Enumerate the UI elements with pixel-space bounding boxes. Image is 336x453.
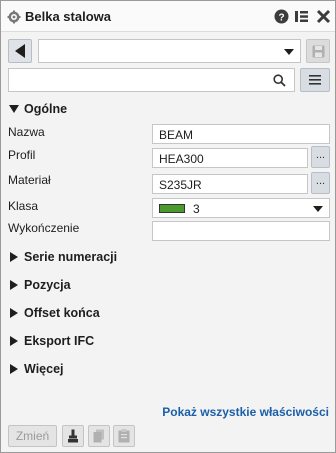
section-numbering[interactable]: Serie numeracji xyxy=(9,249,117,265)
search-input[interactable] xyxy=(8,68,295,92)
show-all-properties-link[interactable]: Pokaż wszystkie właściwości xyxy=(162,405,329,419)
section-numbering-label: Serie numeracji xyxy=(24,250,118,264)
paste-button[interactable] xyxy=(113,425,135,447)
class-select[interactable]: 3 xyxy=(152,198,330,218)
section-ifc-export[interactable]: Eksport IFC xyxy=(9,333,94,349)
section-end-offset[interactable]: Offset końca xyxy=(9,305,100,321)
section-more-label: Więcej xyxy=(24,362,64,376)
chevron-right-icon xyxy=(10,336,18,346)
profile-label: Profil xyxy=(8,148,36,162)
pick-button[interactable] xyxy=(62,425,84,447)
material-browse-button[interactable]: ... xyxy=(311,172,330,194)
chevron-right-icon xyxy=(10,252,18,262)
gear-icon xyxy=(7,10,21,24)
copy-button[interactable] xyxy=(88,425,110,447)
class-color-swatch xyxy=(159,204,185,213)
paste-icon xyxy=(118,429,130,443)
toolbar xyxy=(1,33,335,95)
material-field[interactable]: S235JR xyxy=(152,174,308,194)
help-icon[interactable]: ? xyxy=(274,9,289,24)
name-field[interactable]: BEAM xyxy=(152,124,330,144)
section-position-label: Pozycja xyxy=(24,278,71,292)
panel-title: Belka stalowa xyxy=(25,9,111,24)
material-label: Materiał xyxy=(8,173,51,187)
section-end-offset-label: Offset końca xyxy=(24,306,100,320)
profile-browse-button[interactable]: ... xyxy=(311,146,330,168)
name-label: Nazwa xyxy=(8,125,45,139)
section-ifc-export-label: Eksport IFC xyxy=(24,334,95,348)
chevron-down-icon xyxy=(9,105,19,113)
class-value: 3 xyxy=(193,202,200,216)
finish-field[interactable] xyxy=(152,221,330,241)
chevron-down-icon xyxy=(313,206,323,212)
copy-icon xyxy=(93,429,104,443)
modify-button[interactable]: Zmień xyxy=(8,425,57,447)
title-bar: Belka stalowa ? xyxy=(1,1,335,32)
section-position[interactable]: Pozycja xyxy=(9,277,71,293)
bottom-bar: Zmień xyxy=(1,421,335,453)
profile-field[interactable]: HEA300 xyxy=(152,148,308,168)
chevron-right-icon xyxy=(10,280,18,290)
chevron-right-icon xyxy=(10,364,18,374)
search-icon xyxy=(273,74,286,87)
preset-select[interactable] xyxy=(38,39,301,63)
filter-button[interactable] xyxy=(300,68,330,92)
chevron-down-icon xyxy=(284,49,294,55)
back-button[interactable] xyxy=(8,39,32,63)
arrow-left-icon xyxy=(15,44,25,58)
list-icon xyxy=(309,75,321,85)
chevron-right-icon xyxy=(10,308,18,318)
section-more[interactable]: Więcej xyxy=(9,361,64,377)
close-icon[interactable] xyxy=(316,9,331,24)
section-general-label: Ogólne xyxy=(24,102,68,116)
pick-icon xyxy=(68,429,78,443)
class-label: Klasa xyxy=(8,199,39,213)
save-icon xyxy=(312,45,325,58)
section-general[interactable]: Ogólne xyxy=(9,101,67,117)
properties-panel: Belka stalowa ? Ogólne Nazwa BEAM Profil… xyxy=(0,0,336,453)
svg-text:?: ? xyxy=(278,12,284,23)
finish-label: Wykończenie xyxy=(8,221,80,235)
save-button[interactable] xyxy=(306,39,330,63)
layout-icon[interactable] xyxy=(294,9,309,24)
